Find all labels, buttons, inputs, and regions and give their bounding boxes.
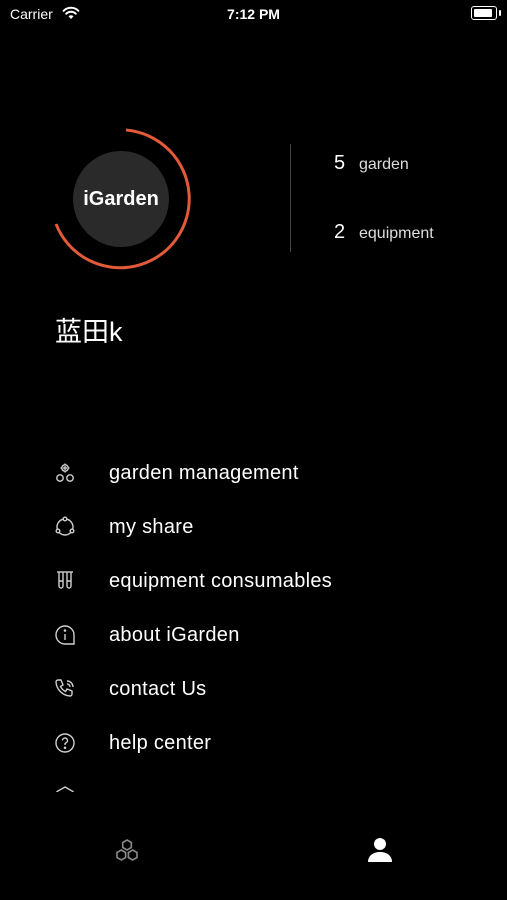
menu-item-label: ... xyxy=(109,786,127,793)
tab-bar xyxy=(0,820,507,880)
person-icon xyxy=(368,838,392,862)
phone-icon xyxy=(55,679,74,697)
profile-menu: garden management my share equipment con… xyxy=(0,446,507,792)
test-tubes-icon xyxy=(57,571,73,589)
username: 蓝田k xyxy=(55,317,123,347)
share-icon xyxy=(55,516,75,536)
menu-item-garden-management[interactable]: garden management xyxy=(0,446,507,500)
garden-label: garden xyxy=(359,156,409,173)
menu-item-label: about iGarden xyxy=(109,623,240,646)
equipment-count: 2 xyxy=(334,221,346,243)
stats-divider xyxy=(290,144,291,252)
garden-count: 5 xyxy=(334,152,346,174)
equipment-count-stat[interactable]: 2 equipment xyxy=(334,221,434,244)
garden-count-stat[interactable]: 5 garden xyxy=(334,152,409,175)
help-icon xyxy=(55,733,75,753)
info-icon xyxy=(55,625,75,645)
avatar-logo: iGarden xyxy=(73,151,169,247)
menu-item-label: help center xyxy=(109,731,212,754)
menu-item-contact-us[interactable]: contact Us xyxy=(0,662,507,716)
menu-item-help-center[interactable]: help center xyxy=(0,716,507,770)
menu-item-equipment-consumables[interactable]: equipment consumables xyxy=(0,554,507,608)
logo-text: iGarden xyxy=(83,187,159,210)
menu-item-label: equipment consumables xyxy=(109,569,333,592)
menu-item-label: garden management xyxy=(109,461,299,484)
battery-fill xyxy=(474,9,492,17)
menu-item-label: contact Us xyxy=(109,677,207,700)
tab-profile[interactable] xyxy=(360,830,400,870)
equipment-label: equipment xyxy=(359,225,434,242)
garden-management-icon xyxy=(56,463,74,482)
hexagons-icon xyxy=(116,839,138,861)
menu-item-label: my share xyxy=(109,515,194,538)
status-time: 7:12 PM xyxy=(227,6,280,22)
status-bar: Carrier 7:12 PM xyxy=(0,0,507,30)
avatar[interactable]: iGarden xyxy=(48,126,194,272)
menu-item-more[interactable]: ... xyxy=(0,770,507,792)
tab-home[interactable] xyxy=(107,830,147,870)
menu-item-about[interactable]: about iGarden xyxy=(0,608,507,662)
battery-icon xyxy=(471,6,501,20)
settings-icon xyxy=(56,786,74,792)
menu-item-my-share[interactable]: my share xyxy=(0,500,507,554)
